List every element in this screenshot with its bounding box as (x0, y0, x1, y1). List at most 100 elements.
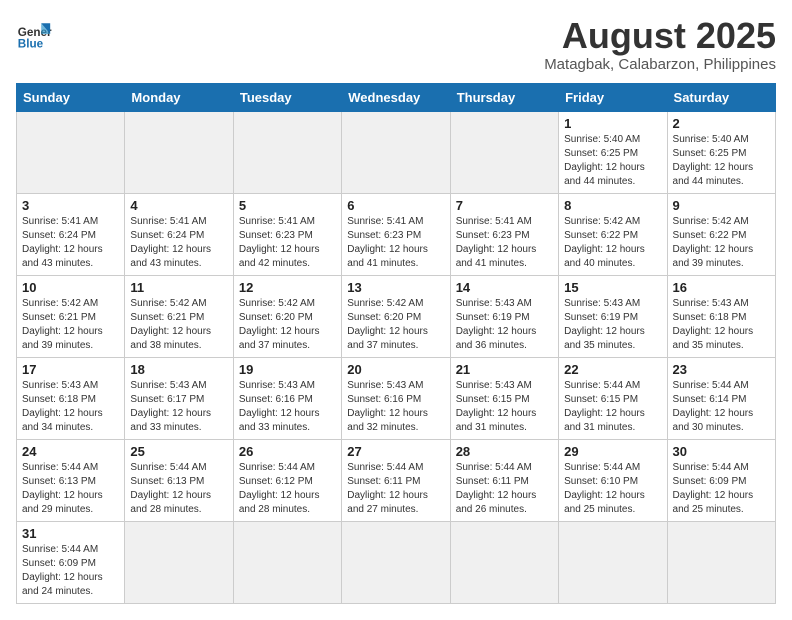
day-number: 18 (130, 362, 227, 377)
calendar-cell: 31 Sunrise: 5:44 AMSunset: 6:09 PMDayligh… (17, 521, 125, 603)
calendar-cell: 14Sunrise: 5:43 AMSunset: 6:19 PMDayligh… (450, 275, 558, 357)
calendar-cell: 27 Sunrise: 5:44 AMSunset: 6:11 PMDayligh… (342, 439, 450, 521)
calendar-cell: 22 Sunrise: 5:44 AMSunset: 6:15 PMDayligh… (559, 357, 667, 439)
day-number: 22 (564, 362, 661, 377)
day-number: 31 (22, 526, 119, 541)
day-detail: Sunrise: 5:41 AMSunset: 6:23 PMDaylight:… (239, 215, 336, 271)
day-detail: Sunrise: 5:42 AMSunset: 6:21 PMDaylight:… (22, 297, 119, 353)
calendar-cell: 13Sunrise: 5:42 AMSunset: 6:20 PMDayligh… (342, 275, 450, 357)
calendar-week-row: 10 Sunrise: 5:42 AMSunset: 6:21 PMDayligh… (17, 275, 776, 357)
day-detail: Sunrise: 5:42 AMSunset: 6:22 PMDaylight:… (673, 215, 770, 271)
weekday-header-wednesday: Wednesday (342, 83, 450, 111)
calendar-cell (233, 521, 341, 603)
day-detail: Sunrise: 5:41 AMSunset: 6:24 PMDaylight:… (130, 215, 227, 271)
day-number: 15 (564, 280, 661, 295)
calendar-cell: 9 Sunrise: 5:42 AMSunset: 6:22 PMDaylight… (667, 193, 775, 275)
svg-text:Blue: Blue (18, 38, 44, 51)
calendar-table: SundayMondayTuesdayWednesdayThursdayFrid… (16, 83, 776, 604)
weekday-header-thursday: Thursday (450, 83, 558, 111)
day-detail: Sunrise: 5:41 AMSunset: 6:24 PMDaylight:… (22, 215, 119, 271)
day-number: 23 (673, 362, 770, 377)
calendar-cell: 24Sunrise: 5:44 AMSunset: 6:13 PMDayligh… (17, 439, 125, 521)
calendar-cell (125, 521, 233, 603)
calendar-cell (450, 521, 558, 603)
calendar-cell: 10 Sunrise: 5:42 AMSunset: 6:21 PMDayligh… (17, 275, 125, 357)
weekday-header-row: SundayMondayTuesdayWednesdayThursdayFrid… (17, 83, 776, 111)
day-detail: Sunrise: 5:43 AMSunset: 6:18 PMDaylight:… (22, 379, 119, 435)
calendar-cell: 19 Sunrise: 5:43 AMSunset: 6:16 PMDayligh… (233, 357, 341, 439)
day-detail: Sunrise: 5:40 AMSunset: 6:25 PMDaylight:… (564, 133, 661, 189)
day-detail: Sunrise: 5:43 AMSunset: 6:17 PMDaylight:… (130, 379, 227, 435)
calendar-cell: 15 Sunrise: 5:43 AMSunset: 6:19 PMDayligh… (559, 275, 667, 357)
day-number: 27 (347, 444, 444, 459)
day-number: 9 (673, 198, 770, 213)
day-number: 2 (673, 116, 770, 131)
calendar-cell: 29 Sunrise: 5:44 AMSunset: 6:10 PMDayligh… (559, 439, 667, 521)
day-detail: Sunrise: 5:44 AMSunset: 6:15 PMDaylight:… (564, 379, 661, 435)
day-detail: Sunrise: 5:40 AMSunset: 6:25 PMDaylight:… (673, 133, 770, 189)
calendar-subtitle: Matagbak, Calabarzon, Philippines (544, 56, 776, 73)
calendar-cell (125, 111, 233, 193)
calendar-cell: 12Sunrise: 5:42 AMSunset: 6:20 PMDayligh… (233, 275, 341, 357)
calendar-week-row: 31 Sunrise: 5:44 AMSunset: 6:09 PMDayligh… (17, 521, 776, 603)
day-detail: Sunrise: 5:44 AMSunset: 6:10 PMDaylight:… (564, 461, 661, 517)
day-number: 17 (22, 362, 119, 377)
calendar-cell: 26 Sunrise: 5:44 AMSunset: 6:12 PMDayligh… (233, 439, 341, 521)
calendar-cell: 28Sunrise: 5:44 AMSunset: 6:11 PMDayligh… (450, 439, 558, 521)
weekday-header-tuesday: Tuesday (233, 83, 341, 111)
day-number: 26 (239, 444, 336, 459)
calendar-cell: 21Sunrise: 5:43 AMSunset: 6:15 PMDayligh… (450, 357, 558, 439)
calendar-cell (17, 111, 125, 193)
calendar-week-row: 1 Sunrise: 5:40 AMSunset: 6:25 PMDaylight… (17, 111, 776, 193)
calendar-cell: 8Sunrise: 5:42 AMSunset: 6:22 PMDaylight… (559, 193, 667, 275)
day-detail: Sunrise: 5:44 AMSunset: 6:09 PMDaylight:… (22, 543, 119, 599)
day-number: 28 (456, 444, 553, 459)
calendar-cell (342, 111, 450, 193)
day-number: 10 (22, 280, 119, 295)
calendar-cell: 30 Sunrise: 5:44 AMSunset: 6:09 PMDayligh… (667, 439, 775, 521)
day-number: 29 (564, 444, 661, 459)
day-detail: Sunrise: 5:43 AMSunset: 6:19 PMDaylight:… (564, 297, 661, 353)
day-detail: Sunrise: 5:42 AMSunset: 6:22 PMDaylight:… (564, 215, 661, 271)
calendar-cell: 6Sunrise: 5:41 AMSunset: 6:23 PMDaylight… (342, 193, 450, 275)
day-detail: Sunrise: 5:44 AMSunset: 6:13 PMDaylight:… (130, 461, 227, 517)
day-detail: Sunrise: 5:41 AMSunset: 6:23 PMDaylight:… (456, 215, 553, 271)
calendar-cell: 23 Sunrise: 5:44 AMSunset: 6:14 PMDayligh… (667, 357, 775, 439)
calendar-cell (559, 521, 667, 603)
day-detail: Sunrise: 5:42 AMSunset: 6:20 PMDaylight:… (347, 297, 444, 353)
day-number: 11 (130, 280, 227, 295)
day-number: 25 (130, 444, 227, 459)
calendar-week-row: 24Sunrise: 5:44 AMSunset: 6:13 PMDayligh… (17, 439, 776, 521)
day-number: 20 (347, 362, 444, 377)
logo-icon: General Blue (16, 16, 52, 52)
day-detail: Sunrise: 5:43 AMSunset: 6:18 PMDaylight:… (673, 297, 770, 353)
day-detail: Sunrise: 5:44 AMSunset: 6:14 PMDaylight:… (673, 379, 770, 435)
day-detail: Sunrise: 5:42 AMSunset: 6:21 PMDaylight:… (130, 297, 227, 353)
day-number: 1 (564, 116, 661, 131)
day-detail: Sunrise: 5:42 AMSunset: 6:20 PMDaylight:… (239, 297, 336, 353)
weekday-header-saturday: Saturday (667, 83, 775, 111)
day-number: 19 (239, 362, 336, 377)
calendar-cell (667, 521, 775, 603)
calendar-cell: 3 Sunrise: 5:41 AMSunset: 6:24 PMDaylight… (17, 193, 125, 275)
day-detail: Sunrise: 5:43 AMSunset: 6:16 PMDaylight:… (239, 379, 336, 435)
day-number: 16 (673, 280, 770, 295)
calendar-cell: 20 Sunrise: 5:43 AMSunset: 6:16 PMDayligh… (342, 357, 450, 439)
weekday-header-sunday: Sunday (17, 83, 125, 111)
calendar-week-row: 3 Sunrise: 5:41 AMSunset: 6:24 PMDaylight… (17, 193, 776, 275)
title-block: August 2025 Matagbak, Calabarzon, Philip… (544, 16, 776, 73)
day-detail: Sunrise: 5:43 AMSunset: 6:19 PMDaylight:… (456, 297, 553, 353)
calendar-cell: 18 Sunrise: 5:43 AMSunset: 6:17 PMDayligh… (125, 357, 233, 439)
calendar-cell (233, 111, 341, 193)
day-detail: Sunrise: 5:43 AMSunset: 6:16 PMDaylight:… (347, 379, 444, 435)
day-detail: Sunrise: 5:43 AMSunset: 6:15 PMDaylight:… (456, 379, 553, 435)
day-detail: Sunrise: 5:44 AMSunset: 6:11 PMDaylight:… (347, 461, 444, 517)
day-detail: Sunrise: 5:44 AMSunset: 6:12 PMDaylight:… (239, 461, 336, 517)
day-number: 6 (347, 198, 444, 213)
calendar-cell: 5Sunrise: 5:41 AMSunset: 6:23 PMDaylight… (233, 193, 341, 275)
day-number: 3 (22, 198, 119, 213)
calendar-cell (450, 111, 558, 193)
day-detail: Sunrise: 5:44 AMSunset: 6:09 PMDaylight:… (673, 461, 770, 517)
weekday-header-friday: Friday (559, 83, 667, 111)
day-number: 30 (673, 444, 770, 459)
